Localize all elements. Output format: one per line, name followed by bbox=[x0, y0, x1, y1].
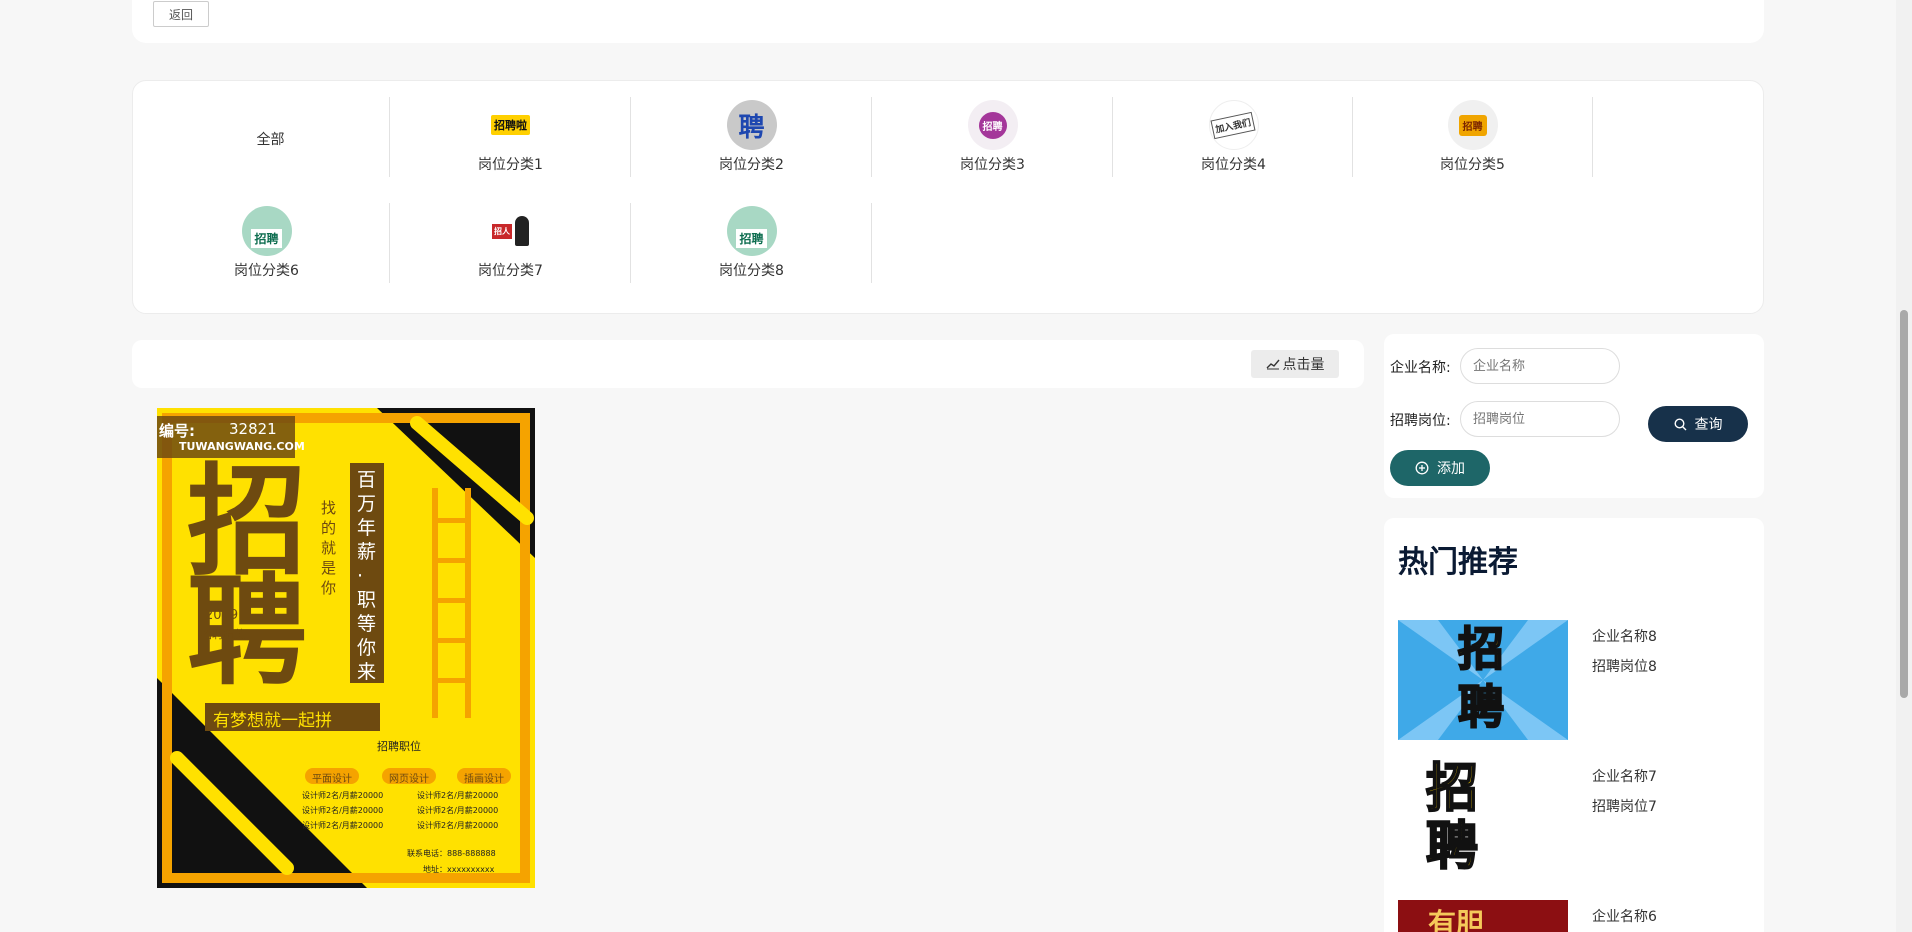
category-8-label: 岗位分类8 bbox=[719, 263, 784, 279]
category-3-icon: 招聘 bbox=[967, 100, 1018, 150]
poster-tag: 网页设计 bbox=[389, 774, 429, 785]
category-7-icon: 招人 bbox=[485, 206, 536, 256]
back-button[interactable]: 返回 bbox=[153, 1, 209, 27]
divider bbox=[871, 203, 872, 283]
category-item-3[interactable]: 招聘 岗位分类3 bbox=[872, 97, 1113, 177]
category-3-icon-text: 招聘 bbox=[978, 111, 1007, 139]
category-item-2[interactable]: 聘 岗位分类2 bbox=[631, 97, 872, 177]
poster-vertical-2: 百万年薪·职等你来 bbox=[357, 469, 377, 683]
category-8-icon: 招聘 bbox=[726, 206, 777, 256]
job-poster-card[interactable]: 编号: 32821 TUWANGWANG.COM 招聘 2019 招聘精英 找的… bbox=[157, 408, 535, 888]
category-1-icon: 招聘啦 bbox=[485, 100, 536, 150]
category-6-label: 岗位分类6 bbox=[234, 263, 299, 279]
category-all[interactable]: 全部 bbox=[150, 97, 391, 177]
category-item-8[interactable]: 招聘 岗位分类8 bbox=[631, 203, 872, 283]
poster-slogan: 有梦想就一起拼 bbox=[213, 711, 332, 731]
top-card bbox=[132, 0, 1764, 43]
poster-address: 地址：xxxxxxxxxx bbox=[423, 865, 495, 874]
hot-item-3-company[interactable]: 企业名称6 bbox=[1592, 906, 1657, 926]
category-7-label: 岗位分类7 bbox=[478, 263, 543, 279]
hot-item-2-company[interactable]: 企业名称7 bbox=[1592, 766, 1657, 786]
company-name-input[interactable] bbox=[1460, 348, 1620, 384]
hot-recommend-title: 热门推荐 bbox=[1398, 545, 1518, 580]
category-7-icon-text: 招人 bbox=[492, 223, 512, 239]
category-2-label: 岗位分类2 bbox=[719, 157, 784, 173]
category-5-icon-text: 招聘 bbox=[1458, 114, 1487, 136]
category-all-label: 全部 bbox=[256, 132, 285, 148]
poster-contact: 联系电话：888-888888 bbox=[407, 849, 496, 858]
hot-item-3-image-text: 有胆 bbox=[1428, 907, 1485, 932]
poster-site: TUWANGWANG.COM bbox=[179, 440, 305, 453]
category-item-6[interactable]: 招聘 岗位分类6 bbox=[146, 203, 387, 283]
category-1-label: 岗位分类1 bbox=[478, 157, 543, 173]
job-position-label: 招聘岗位: bbox=[1390, 413, 1451, 429]
sort-by-clicks-button[interactable]: 点击量 bbox=[1251, 350, 1339, 378]
category-6-icon: 招聘 bbox=[241, 206, 292, 256]
poster-line: 设计师2名/月薪20000 bbox=[417, 791, 499, 800]
hot-item-3-image[interactable]: 有胆 bbox=[1398, 900, 1568, 932]
hot-item-1-image[interactable]: 招聘 bbox=[1398, 620, 1568, 740]
poster-line: 设计师2名/月薪20000 bbox=[302, 791, 384, 800]
poster-tag: 平面设计 bbox=[312, 774, 352, 785]
poster-id-label: 编号: bbox=[159, 422, 195, 440]
hot-item-1-position[interactable]: 招聘岗位8 bbox=[1592, 656, 1657, 676]
query-button-label: 查询 bbox=[1694, 417, 1723, 433]
hot-item-1-company[interactable]: 企业名称8 bbox=[1592, 626, 1657, 646]
category-1-icon-text: 招聘啦 bbox=[491, 115, 530, 135]
list-toolbar bbox=[132, 340, 1364, 388]
poster-line: 设计师2名/月薪20000 bbox=[417, 806, 499, 815]
category-2-icon: 聘 bbox=[726, 100, 777, 150]
poster-year: 2019 bbox=[205, 608, 239, 623]
category-4-icon: 加入我们 bbox=[1208, 100, 1259, 150]
query-button[interactable]: 查询 bbox=[1648, 406, 1748, 442]
divider bbox=[1592, 97, 1593, 177]
category-item-1[interactable]: 招聘啦 岗位分类1 bbox=[390, 97, 631, 177]
hot-item-2-image-text: 招聘 bbox=[1425, 760, 1479, 877]
poster-line: 设计师2名/月薪20000 bbox=[302, 821, 384, 830]
category-8-icon-text: 招聘 bbox=[736, 228, 767, 248]
add-button-label: 添加 bbox=[1437, 461, 1465, 477]
hot-item-2-image[interactable]: 招聘 bbox=[1398, 760, 1568, 880]
company-name-label: 企业名称: bbox=[1390, 360, 1451, 376]
category-2-icon-text: 聘 bbox=[738, 112, 765, 143]
page: 返回 全部 招聘啦 岗位分类1 聘 岗位分类2 招聘 岗位分类3 加入我们 岗位… bbox=[0, 0, 1912, 932]
trend-icon bbox=[1266, 359, 1280, 370]
hot-item-1-image-text: 招聘 bbox=[1457, 621, 1505, 735]
search-icon bbox=[1673, 417, 1686, 430]
person-icon bbox=[515, 216, 529, 246]
poster-id-number: 32821 bbox=[229, 420, 277, 438]
category-6-icon-text: 招聘 bbox=[251, 228, 282, 248]
poster-vertical-1: 找的就是你 bbox=[321, 499, 337, 597]
sort-by-clicks-label: 点击量 bbox=[1282, 357, 1325, 373]
hot-item-2-position[interactable]: 招聘岗位7 bbox=[1592, 796, 1657, 816]
category-item-5[interactable]: 招聘 岗位分类5 bbox=[1352, 97, 1593, 177]
scrollbar-thumb[interactable] bbox=[1900, 310, 1908, 698]
poster-tag: 插画设计 bbox=[464, 774, 504, 785]
category-5-label: 岗位分类5 bbox=[1440, 157, 1505, 173]
plus-circle-icon bbox=[1415, 461, 1429, 475]
category-item-4[interactable]: 加入我们 岗位分类4 bbox=[1113, 97, 1354, 177]
add-button[interactable]: 添加 bbox=[1390, 450, 1490, 486]
poster-line: 设计师2名/月薪20000 bbox=[417, 821, 499, 830]
poster-line: 设计师2名/月薪20000 bbox=[302, 806, 384, 815]
poster-positions-title: 招聘职位 bbox=[377, 740, 421, 753]
category-4-icon-text: 加入我们 bbox=[1210, 111, 1257, 139]
category-3-label: 岗位分类3 bbox=[960, 157, 1025, 173]
poster-subtitle: 招聘精英 bbox=[201, 628, 245, 641]
category-5-icon: 招聘 bbox=[1447, 100, 1498, 150]
poster-big-text: 招聘 bbox=[187, 453, 307, 702]
job-position-input[interactable] bbox=[1460, 401, 1620, 437]
category-item-7[interactable]: 招人 岗位分类7 bbox=[390, 203, 631, 283]
category-4-label: 岗位分类4 bbox=[1201, 157, 1266, 173]
